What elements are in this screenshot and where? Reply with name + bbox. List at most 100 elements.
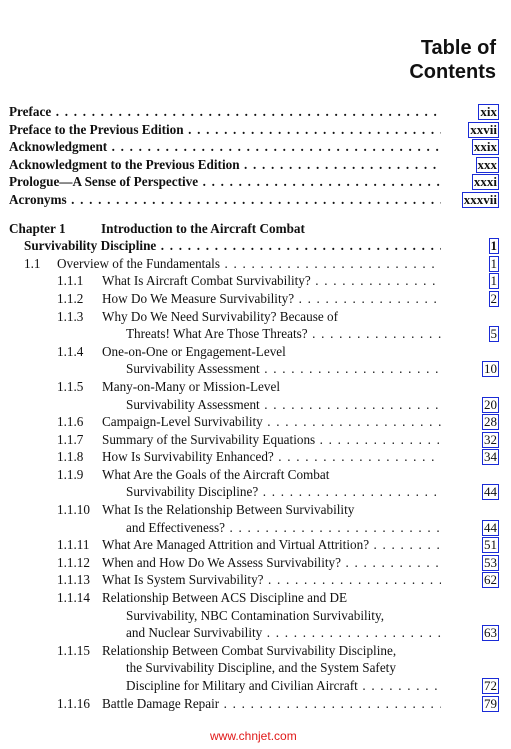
- toc-entry-subsection-cont[interactable]: Survivability Assessment 10: [9, 360, 499, 378]
- entry-title[interactable]: Introduction to the Aircraft Combat: [101, 220, 305, 236]
- page-link[interactable]: xxxi: [471, 174, 499, 191]
- page-link[interactable]: 20: [482, 396, 499, 413]
- page-link[interactable]: xix: [478, 104, 499, 120]
- entry-title[interactable]: Discipline for Military and Civilian Air…: [126, 678, 358, 693]
- entry-number: 1.1.2: [57, 290, 84, 306]
- entry-number: 1.1.14: [57, 590, 90, 606]
- toc-entry-subsection-cont[interactable]: Survivability, NBC Contamination Surviva…: [9, 607, 499, 625]
- page-link[interactable]: 1: [488, 255, 499, 272]
- toc-entry-section[interactable]: 1.1 Overview of the Fundamentals 1: [9, 255, 499, 273]
- page-link[interactable]: 79: [482, 695, 499, 712]
- entry-title[interactable]: the Survivability Discipline, and the Sy…: [126, 660, 396, 676]
- entry-title[interactable]: What Are the Goals of the Aircraft Comba…: [102, 466, 330, 482]
- toc-entry-subsection[interactable]: 1.1.15 Relationship Between Combat Surviv…: [9, 642, 499, 660]
- toc-entry-subsection[interactable]: 1.1.10 What Is the Relationship Between S…: [9, 501, 499, 519]
- entry-title[interactable]: What Is Aircraft Combat Survivability?: [102, 273, 311, 289]
- page-link[interactable]: 2: [488, 290, 499, 307]
- toc-entry-front-matter[interactable]: Prologue—A Sense of Perspective xxxi: [9, 173, 499, 191]
- entry-title[interactable]: Acknowledgment to the Previous Edition: [9, 156, 240, 172]
- entry-title[interactable]: When and How Do We Assess Survivability?: [102, 554, 341, 570]
- page-link[interactable]: 32: [482, 431, 499, 448]
- entry-title[interactable]: What Is the Relationship Between Surviva…: [102, 502, 355, 518]
- page-link[interactable]: xxx: [475, 156, 499, 173]
- page-link[interactable]: 62: [482, 572, 499, 589]
- entry-title[interactable]: One-on-One or Engagement-Level: [102, 343, 286, 359]
- toc-entry-subsection[interactable]: 1.1.4 One-on-One or Engagement-Level: [9, 343, 499, 361]
- page-link[interactable]: 34: [482, 449, 499, 466]
- page-link[interactable]: 72: [482, 678, 499, 694]
- toc-entry-subsection-cont[interactable]: the Survivability Discipline, and the Sy…: [9, 659, 499, 677]
- entry-title[interactable]: Survivability, NBC Contamination Surviva…: [126, 607, 385, 623]
- entry-title[interactable]: Preface: [9, 104, 52, 119]
- entry-title[interactable]: Many-on-Many or Mission-Level: [102, 378, 280, 394]
- page-link[interactable]: xxxvii: [461, 191, 499, 208]
- toc-entry-subsection[interactable]: 1.1.12 When and How Do We Assess Survivab…: [9, 554, 499, 572]
- toc-entry-subsection[interactable]: 1.1.5 Many-on-Many or Mission-Level: [9, 378, 499, 396]
- entry-title[interactable]: Acknowledgment: [9, 139, 108, 155]
- entry-title[interactable]: What Are Managed Attrition and Virtual A…: [102, 537, 370, 553]
- page-link[interactable]: 1: [488, 273, 499, 290]
- page-link[interactable]: 5: [488, 326, 499, 343]
- toc-entry-front-matter[interactable]: Acknowledgment xxix: [9, 138, 499, 156]
- page-link[interactable]: 10: [482, 361, 499, 378]
- entry-title[interactable]: What Is System Survivability?: [102, 572, 264, 588]
- toc-entry-subsection-cont[interactable]: Discipline for Military and Civilian Air…: [9, 677, 499, 695]
- page-link[interactable]: 53: [482, 554, 499, 571]
- page-link[interactable]: 63: [482, 625, 499, 642]
- entry-title[interactable]: Overview of the Fundamentals: [57, 255, 220, 271]
- page-link[interactable]: 44: [482, 484, 499, 501]
- entry-title[interactable]: and Effectiveness?: [126, 519, 225, 535]
- toc-entry-subsection[interactable]: 1.1.1 What Is Aircraft Combat Survivabili…: [9, 272, 499, 290]
- toc-entry-subsection-cont[interactable]: Threats! What Are Those Threats? 5: [9, 325, 499, 343]
- entry-title[interactable]: Preface to the Previous Edition: [9, 121, 184, 137]
- entry-title[interactable]: Prologue—A Sense of Perspective: [9, 174, 199, 190]
- entry-title[interactable]: Survivability Discipline?: [126, 484, 259, 500]
- toc-entry-subsection[interactable]: 1.1.2 How Do We Measure Survivability? 2: [9, 290, 499, 308]
- toc-entry-subsection-cont[interactable]: and Effectiveness? 44: [9, 519, 499, 537]
- toc-entry-front-matter[interactable]: Acknowledgment to the Previous Edition xx…: [9, 156, 499, 174]
- entry-title[interactable]: Campaign-Level Survivability: [102, 414, 263, 430]
- entry-title[interactable]: Survivability Assessment: [126, 361, 260, 377]
- page-link[interactable]: 28: [482, 414, 499, 431]
- toc-entry-subsection[interactable]: 1.1.8 How Is Survivability Enhanced? 34: [9, 448, 499, 466]
- entry-title[interactable]: Relationship Between ACS Discipline and …: [102, 590, 348, 606]
- toc-entry-subsection[interactable]: 1.1.7 Summary of the Survivability Equati…: [9, 431, 499, 449]
- entry-number: 1.1.15: [57, 642, 90, 658]
- toc-entry-chapter[interactable]: Chapter 1 Introduction to the Aircraft Co…: [9, 220, 499, 238]
- entry-title[interactable]: Acronyms: [9, 191, 67, 207]
- entry-title[interactable]: Why Do We Need Survivability? Because of: [102, 308, 339, 324]
- entry-title[interactable]: and Nuclear Survivability: [126, 625, 263, 641]
- entry-title[interactable]: How Is Survivability Enhanced?: [102, 449, 274, 465]
- toc-entry-subsection[interactable]: 1.1.6 Campaign-Level Survivability 28: [9, 413, 499, 431]
- entry-title[interactable]: Survivability Discipline: [24, 238, 157, 254]
- toc-entry-subsection-cont[interactable]: and Nuclear Survivability 63: [9, 624, 499, 642]
- entry-number: 1.1.4: [57, 343, 84, 359]
- toc-entry-subsection[interactable]: 1.1.11 What Are Managed Attrition and Vir…: [9, 536, 499, 554]
- entry-number: 1.1.10: [57, 502, 90, 518]
- entry-title[interactable]: Relationship Between Combat Survivabilit…: [102, 642, 397, 658]
- toc-entry-subsection[interactable]: 1.1.13 What Is System Survivability? 62: [9, 571, 499, 589]
- entry-number: 1.1: [24, 255, 41, 271]
- toc-entry-front-matter[interactable]: Acronyms xxxvii: [9, 191, 499, 209]
- toc-entry-subsection-cont[interactable]: Survivability Assessment 20: [9, 396, 499, 414]
- toc-entry-subsection[interactable]: 1.1.16 Battle Damage Repair 79: [9, 695, 499, 713]
- page-link[interactable]: 1: [488, 238, 499, 255]
- page-link[interactable]: xxix: [471, 139, 499, 156]
- page-title-line1: Table of: [420, 37, 496, 59]
- toc-entry-front-matter[interactable]: Preface xix: [9, 103, 499, 121]
- toc-entry-subsection[interactable]: 1.1.3 Why Do We Need Survivability? Becau…: [9, 308, 499, 326]
- entry-title[interactable]: Battle Damage Repair: [102, 695, 220, 711]
- toc-entry-chapter-cont[interactable]: Survivability Discipline 1: [9, 237, 499, 255]
- toc-entry-subsection[interactable]: 1.1.14 Relationship Between ACS Disciplin…: [9, 589, 499, 607]
- page-link[interactable]: 51: [482, 537, 499, 554]
- page-link[interactable]: xxvii: [468, 121, 499, 138]
- toc-entry-subsection-cont[interactable]: Survivability Discipline? 44: [9, 483, 499, 501]
- entry-title[interactable]: Summary of the Survivability Equations: [102, 431, 316, 447]
- toc-entry-subsection[interactable]: 1.1.9 What Are the Goals of the Aircraft …: [9, 466, 499, 484]
- entry-title[interactable]: Survivability Assessment: [126, 396, 260, 412]
- entry-title[interactable]: How Do We Measure Survivability?: [102, 290, 295, 306]
- page-link[interactable]: 44: [482, 519, 499, 536]
- toc-entry-front-matter[interactable]: Preface to the Previous Edition xxvii: [9, 121, 499, 139]
- entry-title[interactable]: Threats! What Are Those Threats?: [126, 326, 308, 342]
- watermark: www.chnjet.com: [210, 729, 297, 743]
